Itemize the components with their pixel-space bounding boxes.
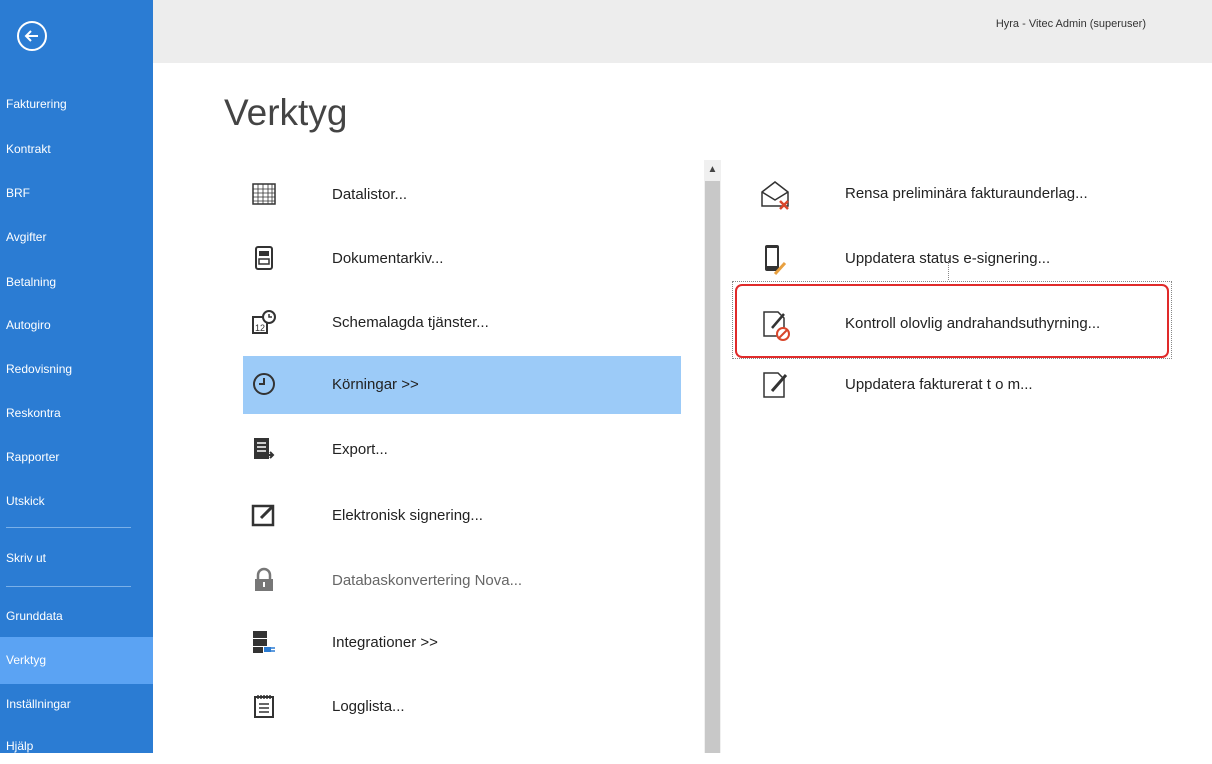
sidebar-item-redovisning[interactable]: Redovisning xyxy=(0,351,153,387)
sidebar-item-avgifter[interactable]: Avgifter xyxy=(0,219,153,255)
run-item-uppdatera-status-e-signering[interactable]: Uppdatera status e-signering... xyxy=(750,231,1170,287)
document-pen-icon xyxy=(763,372,788,398)
sidebar-item-fakturering[interactable]: Fakturering xyxy=(0,86,153,122)
tool-label: Databaskonvertering Nova... xyxy=(332,572,523,589)
tool-item-schemalagda-tjanster[interactable]: 12 Schemalagda tjänster... xyxy=(243,294,681,352)
envelope-delete-icon xyxy=(761,181,789,210)
tool-label: Integrationer >> xyxy=(332,634,438,651)
scroll-up-icon[interactable]: ▲ xyxy=(704,160,721,180)
tool-label: Dokumentarkiv... xyxy=(332,250,444,267)
lock-icon xyxy=(255,567,273,591)
user-label: Hyra - Vitec Admin (superuser) xyxy=(995,18,1146,30)
cabinet-icon xyxy=(255,246,273,270)
tool-item-dokumentarkiv[interactable]: Dokumentarkiv... xyxy=(243,230,681,288)
back-button[interactable] xyxy=(17,21,47,51)
clock-icon xyxy=(253,373,275,395)
run-label: Uppdatera status e-signering... xyxy=(845,250,1051,267)
tool-item-datalistor[interactable]: Datalistor... xyxy=(243,166,681,224)
sidebar-item-installningar[interactable]: Inställningar xyxy=(0,686,153,722)
scrollbar[interactable]: ▲ xyxy=(704,160,721,753)
sidebar-item-utskick[interactable]: Utskick xyxy=(0,483,153,519)
sidebar: Fakturering Kontrakt BRF Avgifter Betaln… xyxy=(0,0,153,753)
sidebar-item-autogiro[interactable]: Autogiro xyxy=(0,307,153,343)
tool-label: Elektronisk signering... xyxy=(332,507,483,524)
arrow-left-icon xyxy=(24,30,38,42)
sidebar-item-grunddata[interactable]: Grunddata xyxy=(0,598,153,634)
sidebar-item-rapporter[interactable]: Rapporter xyxy=(0,439,153,475)
server-plug-icon xyxy=(253,631,275,653)
page-title: Verktyg xyxy=(224,92,348,133)
svg-text:12: 12 xyxy=(255,323,265,333)
scrollbar-thumb[interactable] xyxy=(705,181,720,753)
tool-label: Körningar >> xyxy=(332,376,419,393)
sidebar-item-hjalp[interactable]: Hjälp xyxy=(0,728,153,764)
export-icon xyxy=(254,438,275,459)
tool-item-elektronisk-signering[interactable]: Elektronisk signering... xyxy=(243,487,681,545)
run-label: Uppdatera fakturerat t o m... xyxy=(845,376,1033,393)
tool-item-integrationer[interactable]: Integrationer >> xyxy=(243,614,681,672)
tool-label: Schemalagda tjänster... xyxy=(332,314,489,331)
tool-item-databaskonvertering-nova[interactable]: Databaskonvertering Nova... xyxy=(243,552,681,610)
sidebar-item-brf[interactable]: BRF xyxy=(0,175,153,211)
tool-item-logglista[interactable]: Logglista... xyxy=(243,678,681,736)
run-label: Kontroll olovlig andrahandsuthyrning... xyxy=(845,315,1101,332)
tool-item-korningar[interactable]: Körningar >> xyxy=(243,356,681,414)
title-bar: Hyra - Vitec Admin (superuser) xyxy=(153,0,1212,63)
document-block-icon xyxy=(763,311,790,341)
run-label: Rensa preliminära fakturaunderlag... xyxy=(845,185,1088,202)
run-item-rensa-preliminara[interactable]: Rensa preliminära fakturaunderlag... xyxy=(750,166,1170,222)
tool-label: Export... xyxy=(332,441,388,458)
phone-pen-icon xyxy=(765,245,787,276)
sidebar-divider xyxy=(6,527,131,528)
notepad-icon xyxy=(254,695,274,718)
sidebar-item-betalning[interactable]: Betalning xyxy=(0,264,153,300)
tool-item-export[interactable]: Export... xyxy=(243,421,681,479)
grid-icon xyxy=(252,183,276,205)
sidebar-item-skriv-ut[interactable]: Skriv ut xyxy=(0,540,153,576)
sidebar-item-kontrakt[interactable]: Kontrakt xyxy=(0,131,153,167)
sidebar-item-reskontra[interactable]: Reskontra xyxy=(0,395,153,431)
run-item-kontroll-olovlig-andrahandsuthyrning[interactable]: Kontroll olovlig andrahandsuthyrning... xyxy=(750,296,1170,352)
run-item-uppdatera-fakturerat[interactable]: Uppdatera fakturerat t o m... xyxy=(750,357,1170,413)
sign-icon xyxy=(251,504,275,527)
sidebar-divider xyxy=(6,586,131,587)
tool-label: Logglista... xyxy=(332,698,405,715)
sidebar-item-verktyg[interactable]: Verktyg xyxy=(0,637,153,684)
tool-label: Datalistor... xyxy=(332,186,408,203)
calendar-clock-icon: 12 xyxy=(252,310,276,334)
